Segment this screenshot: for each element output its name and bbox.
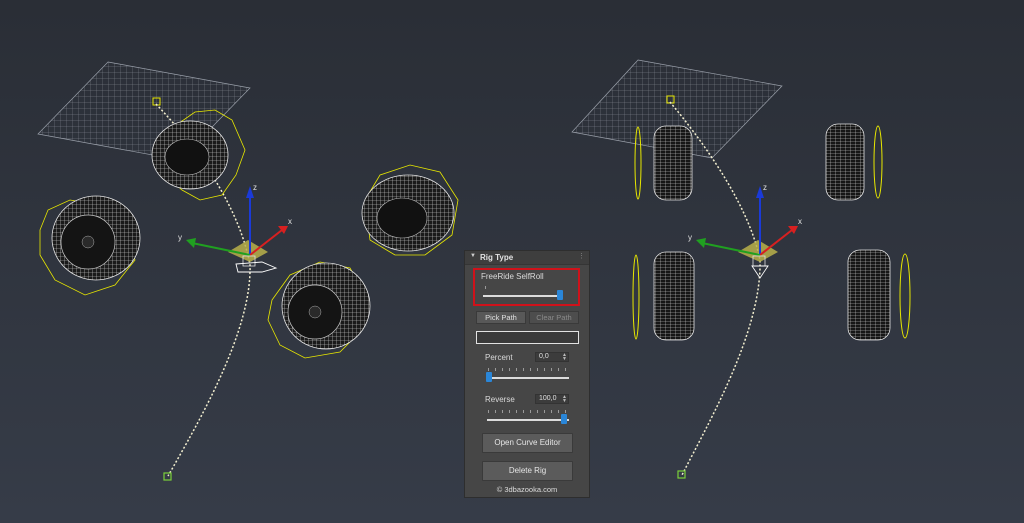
clear-path-button[interactable]: Clear Path <box>529 311 579 324</box>
gizmo-y-label: y <box>178 233 182 242</box>
wheel-top-fr[interactable] <box>825 123 883 201</box>
reverse-slider-track[interactable] <box>487 419 569 421</box>
percent-slider-thumb[interactable] <box>486 372 492 382</box>
reverse-value: 100,0 <box>539 395 557 402</box>
path-field[interactable] <box>476 331 579 344</box>
gizmo-y-label-right: y <box>688 233 692 242</box>
reverse-slider-thumb[interactable] <box>561 414 567 424</box>
percent-value: 0,0 <box>539 353 549 360</box>
grip-icon[interactable]: ⋮ <box>578 252 585 260</box>
rollout-header[interactable]: ▼ Rig Type ⋮ <box>465 251 589 265</box>
spinner-arrows-icon[interactable]: ▲ ▼ <box>562 353 567 362</box>
credit-text: © 3dbazooka.com <box>496 485 558 494</box>
transform-gizmo-right[interactable]: x y z <box>688 183 802 279</box>
open-curve-editor-button[interactable]: Open Curve Editor <box>482 433 573 453</box>
reverse-spinner[interactable]: 100,0 ▲ ▼ <box>535 394 569 404</box>
rig-slider-tick <box>485 286 487 289</box>
gizmo-x-label: x <box>288 217 292 226</box>
wheel-rear-right[interactable] <box>267 261 371 359</box>
percent-ticks <box>488 368 568 371</box>
path-end-marker-right[interactable] <box>677 470 686 479</box>
wheel-top-rr[interactable] <box>847 249 911 341</box>
wheel-rear-left[interactable] <box>39 195 141 296</box>
reverse-ticks <box>488 410 568 413</box>
transform-gizmo-left[interactable]: x y z <box>178 183 292 273</box>
reverse-label: Reverse <box>485 395 515 404</box>
rollout-title: Rig Type <box>480 253 514 262</box>
delete-rig-button[interactable]: Delete Rig <box>482 461 573 481</box>
spinner-arrows-icon[interactable]: ▲ ▼ <box>562 395 567 404</box>
gizmo-z-label: z <box>253 183 257 192</box>
percent-slider-track[interactable] <box>487 377 569 379</box>
gizmo-x-label-right: x <box>798 217 802 226</box>
pick-path-button[interactable]: Pick Path <box>476 311 526 324</box>
collapse-arrow-icon[interactable]: ▼ <box>470 253 476 259</box>
rig-name-label: FreeRide SelfRoll <box>481 272 544 281</box>
rig-type-panel: ▼ Rig Type ⋮ FreeRide SelfRoll Pick Path… <box>464 250 590 498</box>
percent-spinner[interactable]: 0,0 ▲ ▼ <box>535 352 569 362</box>
rig-slider-track[interactable] <box>483 295 563 297</box>
percent-label: Percent <box>485 353 513 362</box>
rig-slider-thumb[interactable] <box>557 290 563 300</box>
path-end-marker[interactable] <box>163 472 172 481</box>
gizmo-z-label-right: z <box>763 183 767 192</box>
wheel-top-rl[interactable] <box>632 251 695 341</box>
wheel-front-right[interactable] <box>361 164 459 256</box>
